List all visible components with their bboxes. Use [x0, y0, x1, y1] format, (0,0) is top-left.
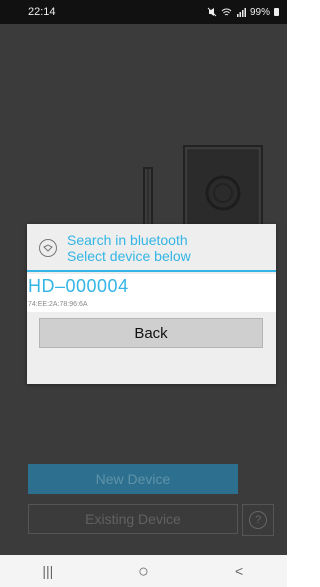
status-bar: 22:14 99% [0, 0, 287, 24]
recent-apps-button[interactable]: ||| [28, 559, 68, 583]
question-mark-icon: ? [249, 511, 267, 529]
app-screen: 22:14 99% New Device Existing Device ? S… [0, 0, 287, 587]
new-device-button[interactable]: New Device [28, 464, 238, 494]
home-button[interactable]: ○ [123, 559, 163, 583]
bluetooth-search-dialog: Search in bluetooth Select device below … [27, 224, 276, 384]
recent-apps-icon: ||| [42, 563, 54, 579]
device-list-item[interactable]: HD–000004 74:EE:2A:78:96:6A [27, 274, 276, 312]
wifi-icon [221, 8, 232, 16]
back-chevron-icon: < [235, 563, 244, 579]
mute-icon [207, 7, 217, 17]
dialog-header: Search in bluetooth Select device below [27, 224, 276, 272]
dialog-title-line1: Search in bluetooth [67, 232, 188, 248]
dialog-title: Search in bluetooth Select device below [67, 232, 191, 264]
battery-percent: 99% [249, 6, 270, 18]
bluetooth-search-icon [39, 239, 57, 257]
dialog-title-line2: Select device below [67, 248, 191, 264]
status-time: 22:14 [28, 6, 56, 18]
signal-icon [236, 8, 246, 17]
nav-back-button[interactable]: < [219, 559, 259, 583]
back-button[interactable]: Back [39, 318, 263, 348]
device-mac-address: 74:EE:2A:78:96:6A [28, 301, 88, 308]
system-nav-bar: ||| ○ < [0, 555, 287, 587]
existing-device-button[interactable]: Existing Device [28, 504, 238, 534]
home-icon: ○ [138, 560, 149, 581]
help-button[interactable]: ? [242, 504, 274, 536]
battery-icon [274, 8, 279, 16]
device-name: HD–000004 [28, 276, 129, 296]
status-icons: 99% [207, 7, 279, 18]
